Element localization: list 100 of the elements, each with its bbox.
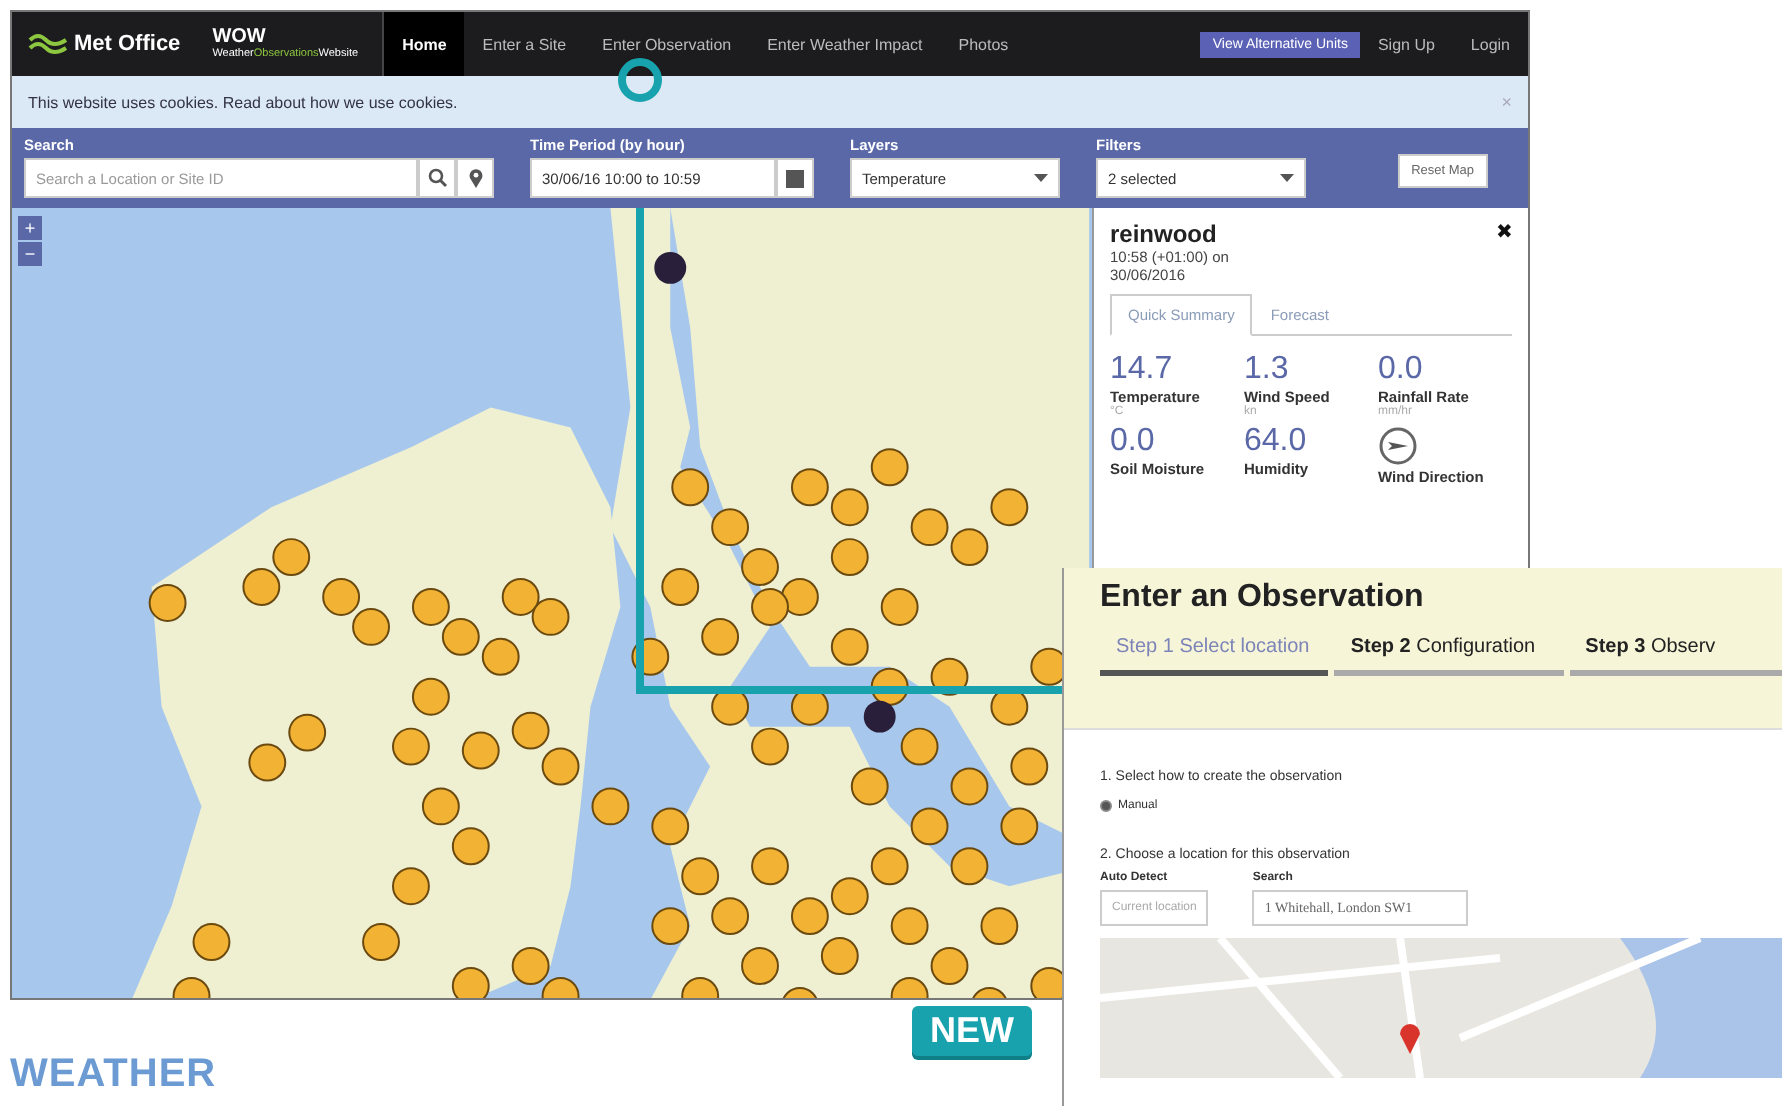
station-marker[interactable]: [242, 568, 281, 606]
station-marker[interactable]: [790, 897, 829, 936]
station-marker[interactable]: [352, 607, 390, 646]
station-marker[interactable]: [531, 597, 570, 636]
nav-link[interactable]: Home: [384, 12, 465, 76]
station-marker[interactable]: [950, 847, 989, 886]
wave-logo-icon: [28, 32, 68, 56]
metric-value: 14.7: [1110, 352, 1173, 388]
login-link[interactable]: Login: [1452, 12, 1528, 76]
station-marker[interactable]: [411, 677, 450, 716]
station-marker[interactable]: [890, 976, 929, 998]
close-icon[interactable]: ✖: [1496, 220, 1512, 284]
caret-icon: [1034, 174, 1048, 182]
nav-link[interactable]: Enter a Site: [464, 12, 585, 76]
sign-up-link[interactable]: Sign Up: [1359, 12, 1453, 76]
nav-link[interactable]: Photos: [940, 12, 1027, 76]
station-marker[interactable]: [392, 867, 430, 906]
station-marker[interactable]: [930, 657, 969, 696]
station-marker[interactable]: [980, 907, 1019, 946]
station-marker[interactable]: [451, 827, 490, 866]
station-marker[interactable]: [681, 976, 720, 998]
station-marker[interactable]: [751, 588, 789, 626]
station-marker[interactable]: [711, 897, 750, 936]
station-marker[interactable]: [900, 727, 939, 766]
station-marker[interactable]: [671, 468, 710, 507]
station-marker[interactable]: [830, 627, 869, 666]
station-marker[interactable]: [780, 986, 819, 998]
location-button[interactable]: [456, 158, 494, 198]
station-marker[interactable]: [631, 637, 670, 676]
station-marker[interactable]: [172, 976, 211, 998]
station-marker[interactable]: [790, 468, 829, 507]
new-badge: NEW: [912, 1006, 1032, 1056]
step-tab[interactable]: Step 3 Observ: [1569, 636, 1782, 676]
site-name: reinwood: [1110, 220, 1219, 248]
calendar-button[interactable]: [776, 158, 814, 198]
station-marker[interactable]: [148, 584, 187, 622]
station-marker[interactable]: [591, 787, 630, 826]
panel-title: Enter an Observation: [1100, 580, 1424, 614]
station-marker[interactable]: [421, 787, 460, 826]
station-marker[interactable]: [890, 907, 929, 946]
section-heading: WEATHER: [10, 1052, 217, 1096]
station-marker[interactable]: [651, 807, 690, 846]
zoom-button[interactable]: +: [18, 216, 42, 240]
station-marker[interactable]: [248, 743, 287, 782]
station-marker[interactable]: [751, 727, 789, 766]
station-marker[interactable]: [701, 617, 740, 656]
station-marker[interactable]: [192, 923, 231, 961]
station-marker[interactable]: [820, 937, 859, 975]
station-marker[interactable]: [288, 713, 327, 752]
station-marker[interactable]: [461, 731, 500, 770]
wind-direction-icon: [1378, 426, 1418, 466]
station-marker[interactable]: [930, 947, 969, 985]
station-marker[interactable]: [362, 923, 400, 961]
cluster-marker[interactable]: [863, 700, 896, 733]
station-marker[interactable]: [880, 588, 919, 626]
station-marker[interactable]: [950, 528, 989, 567]
cluster-marker[interactable]: [654, 251, 687, 284]
station-marker[interactable]: [910, 807, 949, 846]
station-marker[interactable]: [441, 617, 480, 656]
metric-value: 1.3: [1244, 352, 1289, 388]
search-button[interactable]: [418, 158, 456, 198]
station-marker[interactable]: [830, 488, 869, 527]
station-marker[interactable]: [541, 747, 580, 786]
station-marker[interactable]: [1010, 747, 1049, 786]
station-marker[interactable]: [870, 667, 909, 706]
station-marker[interactable]: [651, 907, 690, 946]
zoom-button[interactable]: −: [18, 242, 42, 266]
cookie-notice: This website uses cookies. Read about how we use cookies.: [28, 93, 458, 111]
station-marker[interactable]: [451, 967, 490, 998]
station-marker[interactable]: [870, 448, 909, 487]
station-marker[interactable]: [661, 568, 700, 606]
metric-value: 0.0: [1110, 424, 1155, 460]
station-marker[interactable]: [392, 727, 430, 766]
step-tab[interactable]: Step 2 Configuration: [1334, 636, 1564, 676]
station-marker[interactable]: [870, 847, 909, 886]
station-marker[interactable]: [272, 538, 311, 577]
station-marker[interactable]: [741, 548, 779, 586]
radio-button[interactable]: [1100, 800, 1112, 812]
station-marker[interactable]: [411, 588, 450, 626]
station-marker[interactable]: [1000, 807, 1039, 846]
station-marker[interactable]: [780, 578, 819, 616]
station-marker[interactable]: [711, 508, 750, 547]
station-marker[interactable]: [830, 877, 869, 916]
station-marker[interactable]: [910, 508, 949, 547]
nav-link[interactable]: Enter Observation: [584, 12, 750, 76]
station-marker[interactable]: [541, 976, 580, 998]
station-marker[interactable]: [830, 538, 869, 577]
search-icon: [427, 168, 447, 188]
station-marker[interactable]: [950, 767, 989, 806]
station-marker[interactable]: [322, 578, 361, 616]
station-marker[interactable]: [511, 947, 550, 985]
station-marker[interactable]: [850, 767, 889, 806]
station-marker[interactable]: [511, 711, 550, 750]
station-marker[interactable]: [501, 578, 540, 616]
station-marker[interactable]: [681, 857, 720, 896]
station-marker[interactable]: [990, 488, 1029, 527]
brand-name[interactable]: Met Office: [74, 32, 181, 56]
station-marker[interactable]: [481, 637, 520, 676]
station-marker[interactable]: [751, 847, 789, 886]
nav-link[interactable]: Enter Weather Impact: [749, 12, 941, 76]
